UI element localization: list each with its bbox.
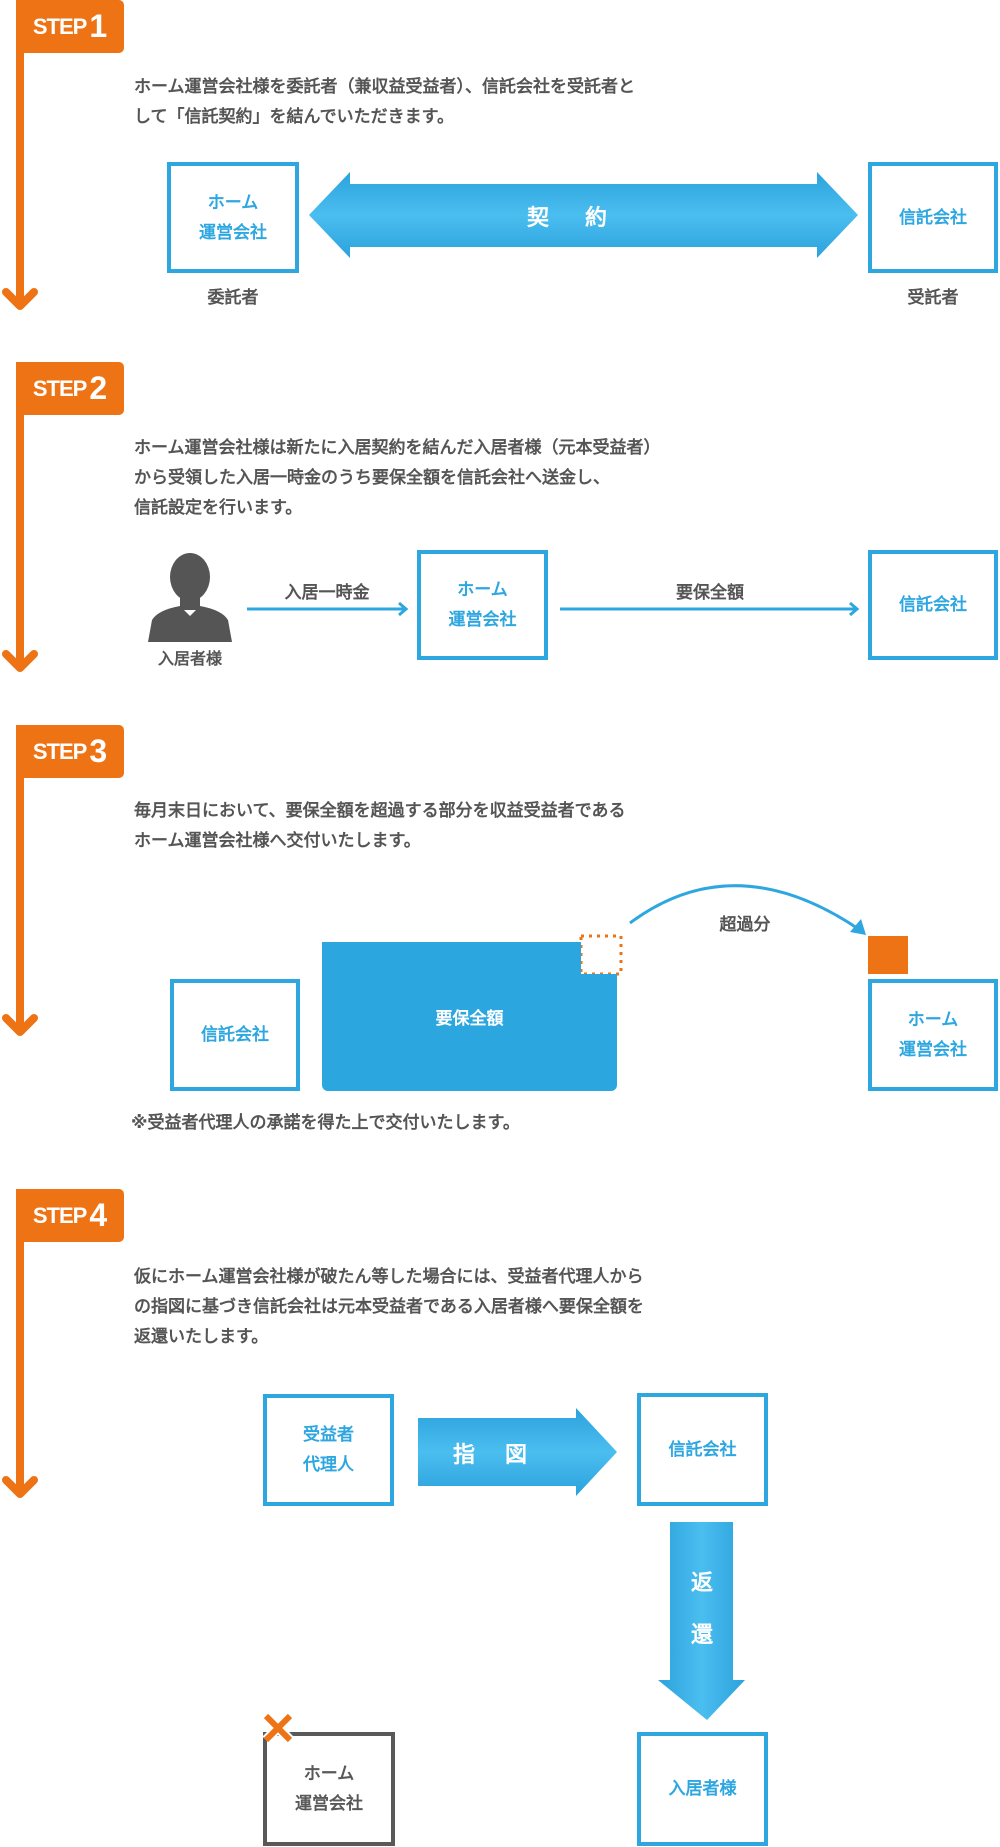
step1-trustee-caption: 受託者 (907, 288, 959, 308)
required-amount-block: 要保全額 (322, 942, 617, 1091)
lump-sum-label: 入居一時金 (284, 583, 370, 603)
step1-home-operator-box: ホーム 運営会社 (167, 162, 299, 273)
lump-sum-flow-arrow (247, 601, 409, 617)
step2-trust-company-box: 信託会社 (868, 550, 998, 660)
step1-trust-company-box: 信託会社 (868, 162, 998, 273)
excess-portion-square (868, 936, 908, 974)
step1-settlor-caption: 委託者 (207, 288, 259, 308)
excess-dotted-placeholder (579, 934, 623, 976)
resident-caption: 入居者様 (157, 649, 222, 668)
step4-timeline-arrow (2, 1221, 38, 1498)
step2-description: ホーム運営会社様は新たに入居契約を結んだ入居者様（元本受益者） から受領した入居… (134, 438, 661, 518)
excess-label: 超過分 (719, 915, 771, 935)
step3-timeline-arrow (2, 756, 38, 1036)
resident-box: 入居者様 (637, 1732, 768, 1846)
diagram-graphics (2, 36, 908, 1720)
step4-flag: STEP 4 (16, 1189, 124, 1242)
step2-timeline-arrow (2, 396, 38, 672)
step-number: 4 (89, 1197, 108, 1233)
instruction-label: 指図 (452, 1443, 557, 1468)
step3-flag: STEP 3 (16, 725, 124, 778)
step-number: 1 (89, 8, 108, 44)
step1-description: ホーム運営会社様を委託者（兼収益受益者）、信託会社を受託者と して「信託契約」を… (134, 77, 635, 127)
beneficiary-agent-box: 受益者 代理人 (263, 1394, 394, 1506)
step-prefix: STEP (32, 738, 87, 764)
step-prefix: STEP (32, 375, 87, 401)
contract-label: 契約 (526, 206, 643, 231)
required-amount-block-label: 要保全額 (435, 1009, 504, 1029)
excess-arrowhead (850, 919, 866, 935)
required-amount-label: 要保全額 (676, 583, 744, 603)
step2-home-operator-box: ホーム 運営会社 (417, 550, 548, 660)
step-prefix: STEP (32, 13, 87, 39)
step1-timeline-arrow (2, 36, 38, 310)
step4-description: 仮にホーム運営会社様が破たん等した場合には、受益者代理人から の指図に基づき信託… (134, 1267, 644, 1347)
step2-flag: STEP 2 (16, 362, 124, 415)
step3-note: ※受益者代理人の承諾を得た上で交付いたします。 (131, 1113, 520, 1133)
failed-home-operator-box: ホーム 運営会社 (263, 1732, 395, 1846)
step-prefix: STEP (32, 1202, 87, 1228)
step-number: 3 (89, 733, 108, 769)
step3-trust-company-box: 信託会社 (170, 979, 300, 1091)
step1-flag: STEP 1 (16, 0, 124, 53)
step3-description: 毎月末日において、要保全額を超過する部分を収益受益者である ホーム運営会社様へ交… (134, 801, 626, 851)
required-amount-flow-arrow (560, 601, 860, 617)
return-label-1: 返 (690, 1571, 713, 1596)
step3-home-operator-box: ホーム 運営会社 (868, 979, 998, 1091)
return-label-2: 還 (690, 1623, 713, 1648)
step-number: 2 (89, 370, 108, 406)
step4-trust-company-box: 信託会社 (637, 1393, 768, 1506)
person-silhouette-icon (148, 553, 232, 642)
